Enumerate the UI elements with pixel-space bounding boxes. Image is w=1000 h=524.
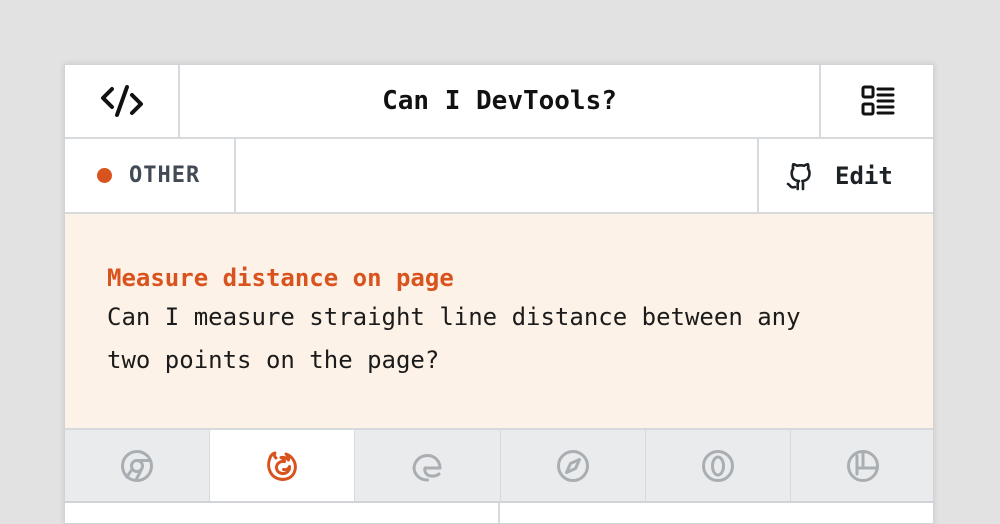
edit-label: Edit (835, 161, 893, 190)
support-details-area (65, 503, 933, 523)
tab-firefox[interactable] (210, 430, 356, 501)
safari-icon (556, 449, 589, 482)
feature-title: Measure distance on page (107, 264, 454, 292)
header: Can I DevTools? (65, 65, 933, 139)
tab-safari[interactable] (501, 430, 646, 501)
category-label: OTHER (129, 163, 201, 188)
feature-description-line1: Can I measure straight line distance bet… (107, 303, 801, 331)
chrome-icon (121, 449, 154, 482)
list-menu-icon (861, 85, 895, 116)
tab-opera[interactable] (646, 430, 791, 501)
opera-icon (701, 449, 734, 482)
github-icon (786, 162, 811, 190)
category-link[interactable]: OTHER (65, 139, 236, 212)
tab-chrome[interactable] (65, 430, 211, 501)
page-title: Can I DevTools? (382, 86, 617, 116)
feature-subbar: OTHER Edit (65, 139, 933, 214)
edge-icon (412, 453, 442, 481)
category-dot (97, 168, 112, 183)
column-divider (498, 503, 500, 523)
polypane-icon (846, 449, 879, 482)
tab-edge[interactable] (355, 430, 501, 501)
feature-description: Can I measure straight line distance bet… (107, 296, 893, 382)
home-logo-button[interactable] (65, 65, 180, 137)
browser-tabs (65, 430, 933, 503)
firefox-icon (267, 451, 298, 481)
edit-button[interactable]: Edit (757, 139, 933, 212)
feature-description-line2: two points on the page? (107, 346, 440, 374)
devtools-card: Can I DevTools? OTHER Edit Measure dista… (64, 64, 934, 524)
tab-polypane[interactable] (791, 430, 933, 501)
feature-panel: Measure distance on page Can I measure s… (65, 214, 933, 430)
menu-button[interactable] (819, 65, 933, 137)
code-slash-icon (100, 85, 143, 117)
